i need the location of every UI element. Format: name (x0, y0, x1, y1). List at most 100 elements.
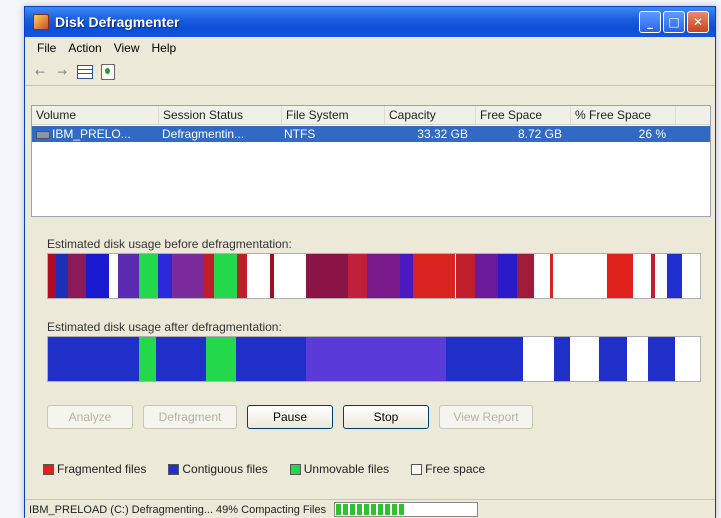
legend-free-space: Free space (411, 462, 485, 476)
after-usage-segment (205, 337, 236, 381)
before-usage-segment (607, 254, 634, 298)
before-usage-segment (347, 254, 368, 298)
menu-action[interactable]: Action (62, 41, 107, 55)
fragmented-swatch (43, 463, 54, 475)
legend-unmovable: Unmovable files (289, 462, 390, 476)
before-usage-segment (55, 254, 68, 298)
action-buttons: Analyze Defragment Pause Stop View Repor… (47, 405, 533, 429)
toolbar: ← → (25, 59, 715, 86)
analyze-button[interactable]: Analyze (47, 405, 133, 429)
file-system-cell: NTFS (284, 127, 316, 141)
pct-free-space-cell: 26 % (638, 127, 666, 141)
volume-list: Volume Session Status File System Capaci… (31, 105, 711, 217)
legend: Fragmented files Contiguous files Unmova… (43, 462, 485, 476)
after-usage-segment (305, 337, 446, 381)
free-space-cell: 8.72 GB (517, 127, 562, 141)
before-usage-segment (139, 254, 158, 298)
after-label: Estimated disk usage after defragmentati… (47, 320, 282, 334)
pause-button[interactable]: Pause (247, 405, 333, 429)
before-usage-segment (497, 254, 518, 298)
before-usage-segment (667, 254, 682, 298)
after-usage-segment (445, 337, 523, 381)
before-usage-segment (237, 254, 247, 298)
after-usage-segment (48, 337, 140, 381)
column-header-session-status[interactable]: Session Status (159, 106, 282, 124)
after-usage-segment (626, 337, 648, 381)
before-usage-segment (517, 254, 534, 298)
back-arrow-icon[interactable]: ← (33, 65, 47, 79)
legend-unmovable-label: Unmovable files (303, 462, 390, 476)
volume-cell: IBM_PRELO... (32, 126, 158, 142)
before-usage-segment (655, 254, 668, 298)
before-usage-segment (413, 254, 456, 298)
before-usage-segment (305, 254, 348, 298)
column-header-capacity[interactable]: Capacity (385, 106, 476, 124)
before-usage-segment (633, 254, 652, 298)
volume-name: IBM_PRELO... (52, 127, 131, 141)
session-status-cell: Defragmentin... (162, 127, 245, 141)
legend-free-space-label: Free space (425, 462, 486, 476)
before-usage-segment (475, 254, 498, 298)
drive-icon (36, 130, 50, 139)
before-usage-segment (400, 254, 414, 298)
defragment-button[interactable]: Defragment (143, 405, 237, 429)
menu-bar: File Action View Help (25, 37, 715, 59)
before-usage-segment (273, 254, 306, 298)
capacity-cell: 33.32 GB (417, 127, 468, 141)
legend-fragmented: Fragmented files (43, 462, 146, 476)
maximize-button[interactable]: □ (663, 11, 685, 33)
legend-contiguous: Contiguous files (168, 462, 268, 476)
before-usage-segment (109, 254, 119, 298)
before-usage-segment (85, 254, 110, 298)
defrag-progress-bar (334, 502, 479, 517)
menu-view[interactable]: View (108, 41, 146, 55)
forward-arrow-icon[interactable]: → (55, 65, 69, 79)
progress-fill (336, 504, 405, 515)
before-usage-segment (204, 254, 214, 298)
before-usage-segment (246, 254, 270, 298)
column-header-pct-free-space[interactable]: % Free Space (571, 106, 676, 124)
column-header-volume[interactable]: Volume (32, 106, 159, 124)
before-label: Estimated disk usage before defragmentat… (47, 237, 292, 251)
after-usage-segment (522, 337, 554, 381)
after-usage-segment (139, 337, 156, 381)
minimize-button[interactable]: _ (639, 11, 661, 33)
after-usage-segment (598, 337, 627, 381)
after-usage-segment (553, 337, 570, 381)
column-header-file-system[interactable]: File System (282, 106, 385, 124)
disk-defragmenter-window: Disk Defragmenter _ □ ✕ File Action View… (24, 6, 716, 518)
before-usage-segment (171, 254, 205, 298)
close-button[interactable]: ✕ (687, 11, 709, 33)
free-space-swatch (411, 463, 423, 475)
title-bar: Disk Defragmenter _ □ ✕ (25, 7, 715, 37)
unmovable-swatch (289, 463, 301, 475)
before-usage-segment (213, 254, 238, 298)
menu-file[interactable]: File (31, 41, 62, 55)
properties-grid-icon[interactable] (77, 65, 93, 79)
before-usage-bar (47, 253, 701, 299)
defrag-app-icon (33, 14, 49, 30)
before-usage-segment (455, 254, 476, 298)
before-usage-segment (67, 254, 86, 298)
legend-fragmented-label: Fragmented files (57, 462, 147, 476)
status-text: IBM_PRELOAD (C:) Defragmenting... 49% Co… (29, 503, 327, 516)
volume-row[interactable]: IBM_PRELO... Defragmentin... NTFS 33.32 … (32, 126, 710, 142)
help-icon[interactable] (101, 64, 115, 80)
after-usage-segment (647, 337, 676, 381)
column-header-free-space[interactable]: Free Space (476, 106, 571, 124)
stop-button[interactable]: Stop (343, 405, 429, 429)
window-title: Disk Defragmenter (55, 14, 180, 30)
after-usage-segment (155, 337, 206, 381)
before-usage-segment (118, 254, 140, 298)
menu-help[interactable]: Help (146, 41, 183, 55)
legend-contiguous-label: Contiguous files (182, 462, 268, 476)
after-usage-segment (675, 337, 700, 381)
before-usage-segment (533, 254, 551, 298)
before-usage-segment (367, 254, 401, 298)
contiguous-swatch (168, 463, 180, 475)
before-usage-segment (48, 254, 56, 298)
volume-list-header: Volume Session Status File System Capaci… (32, 106, 710, 125)
before-usage-segment (681, 254, 700, 298)
after-usage-segment (235, 337, 306, 381)
view-report-button[interactable]: View Report (439, 405, 533, 429)
